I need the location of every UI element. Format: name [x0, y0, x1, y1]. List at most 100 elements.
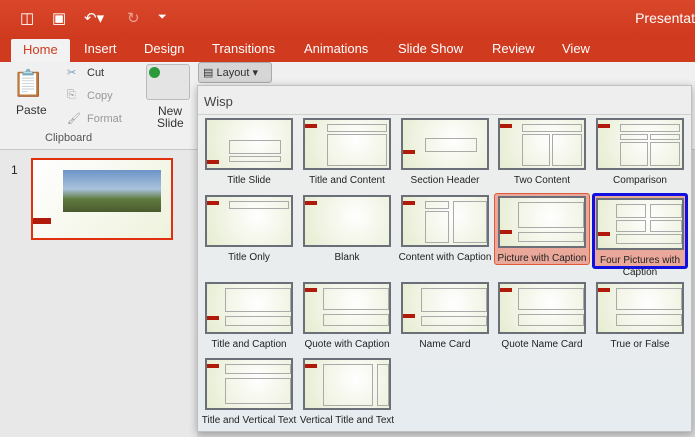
placeholder-box — [421, 316, 487, 326]
layout-option-blank[interactable]: Blank — [299, 193, 395, 265]
accent-bar — [305, 288, 317, 292]
layout-option-section-header[interactable]: Section Header — [397, 116, 493, 188]
copy-button[interactable]: Copy — [87, 90, 113, 102]
placeholder-box — [425, 211, 449, 243]
new-slide-icon[interactable] — [146, 64, 190, 100]
accent-bar — [403, 201, 415, 205]
tab-home[interactable]: Home — [11, 39, 70, 62]
layout-option-quote-name-card[interactable]: Quote Name Card — [494, 280, 590, 352]
accent-bar — [207, 316, 219, 320]
format-painter-button[interactable]: Format — [87, 113, 122, 125]
sidebar-icon[interactable]: ◫ — [20, 9, 34, 27]
placeholder-box — [616, 314, 682, 326]
layout-label: Title and Vertical Text — [201, 415, 297, 426]
placeholder-box — [225, 288, 291, 312]
placeholder-box — [620, 124, 680, 132]
placeholder-box — [229, 201, 289, 209]
tab-design[interactable]: Design — [144, 41, 184, 56]
placeholder-box — [225, 378, 291, 404]
paste-button[interactable]: Paste — [16, 103, 47, 117]
accent-bar — [305, 124, 317, 128]
cut-icon: ✂ — [67, 67, 77, 79]
layout-option-four-pictures-with-caption[interactable]: Four Pictures with Caption — [592, 193, 688, 278]
placeholder-box — [229, 156, 281, 162]
placeholder-box — [616, 234, 682, 244]
layout-label: Comparison — [613, 175, 667, 186]
accent-bar — [33, 218, 51, 224]
layout-option-title-and-vertical-text[interactable]: Title and Vertical Text — [201, 356, 297, 428]
accent-bar — [500, 124, 512, 128]
format-painter-icon: 🖌 — [67, 113, 81, 125]
placeholder-box — [421, 288, 487, 312]
layout-preview — [303, 282, 391, 334]
accent-bar — [207, 201, 219, 205]
layout-label: Content with Caption — [398, 252, 492, 263]
divider — [198, 114, 691, 115]
copy-icon: ⎘ — [67, 89, 76, 101]
layout-label: Section Header — [410, 175, 480, 186]
tab-animations[interactable]: Animations — [304, 41, 368, 56]
placeholder-box — [650, 204, 682, 218]
placeholder-box — [225, 316, 291, 326]
layout-preview — [205, 282, 293, 334]
layout-preview — [401, 282, 489, 334]
accent-bar — [403, 150, 415, 154]
placeholder-box — [522, 134, 550, 166]
layout-option-vertical-title-and-text[interactable]: Vertical Title and Text — [299, 356, 395, 428]
layout-label: Title Slide — [227, 175, 271, 186]
placeholder-box — [453, 201, 487, 243]
placeholder-box — [323, 288, 389, 310]
placeholder-box — [327, 124, 387, 132]
layout-label: Name Card — [419, 339, 471, 350]
accent-bar — [305, 364, 317, 368]
layout-label: Title and Caption — [211, 339, 287, 350]
layout-option-title-and-caption[interactable]: Title and Caption — [201, 280, 297, 352]
layout-preview — [401, 195, 489, 247]
undo-icon[interactable]: ↶▾ — [84, 9, 104, 27]
accent-bar — [207, 160, 219, 164]
layout-preview — [205, 118, 293, 170]
layout-option-comparison[interactable]: Comparison — [592, 116, 688, 188]
cut-button[interactable]: Cut — [87, 67, 104, 79]
layout-option-content-with-caption[interactable]: Content with Caption — [397, 193, 493, 265]
placeholder-box — [225, 364, 291, 374]
layout-preview — [303, 118, 391, 170]
placeholder-box — [616, 220, 646, 232]
placeholder-box — [620, 142, 648, 166]
layout-button[interactable]: ▤ Layout ▾ — [198, 62, 272, 83]
layout-option-name-card[interactable]: Name Card — [397, 280, 493, 352]
save-icon[interactable]: ▣ — [52, 9, 66, 27]
layout-label: Title and Content — [309, 175, 385, 186]
layout-preview — [205, 195, 293, 247]
customize-icon[interactable]: ⏷ — [158, 11, 167, 24]
paste-icon[interactable]: 📋 — [12, 68, 44, 99]
layout-option-title-and-content[interactable]: Title and Content — [299, 116, 395, 188]
slide-thumbnail-1[interactable] — [31, 158, 173, 240]
layout-option-true-or-false[interactable]: True or False — [592, 280, 688, 352]
tab-slide-show[interactable]: Slide Show — [398, 41, 463, 56]
layout-option-picture-with-caption[interactable]: Picture with Caption — [494, 193, 590, 265]
new-slide-label-2[interactable]: Slide — [157, 116, 184, 130]
redo-icon[interactable]: ↻ — [127, 9, 140, 27]
tab-view[interactable]: View — [562, 41, 590, 56]
accent-bar — [500, 230, 512, 234]
placeholder-box — [620, 134, 648, 140]
layout-label: Vertical Title and Text — [299, 415, 395, 426]
placeholder-box — [518, 314, 584, 326]
layout-icon: ▤ — [203, 67, 217, 79]
layout-option-quote-with-caption[interactable]: Quote with Caption — [299, 280, 395, 352]
clipboard-group-label: Clipboard — [45, 132, 93, 144]
layout-option-two-content[interactable]: Two Content — [494, 116, 590, 188]
layout-label: Quote with Caption — [304, 339, 390, 350]
placeholder-box — [323, 314, 389, 326]
tab-review[interactable]: Review — [492, 41, 535, 56]
tab-transitions[interactable]: Transitions — [212, 41, 275, 56]
tab-insert[interactable]: Insert — [84, 41, 117, 56]
placeholder-box — [518, 202, 584, 228]
layout-preview — [596, 118, 684, 170]
layout-label: Two Content — [513, 175, 571, 186]
layout-label: Layout — [216, 67, 250, 79]
layout-option-title-slide[interactable]: Title Slide — [201, 116, 297, 188]
layout-option-title-only[interactable]: Title Only — [201, 193, 297, 265]
placeholder-box — [650, 220, 682, 232]
